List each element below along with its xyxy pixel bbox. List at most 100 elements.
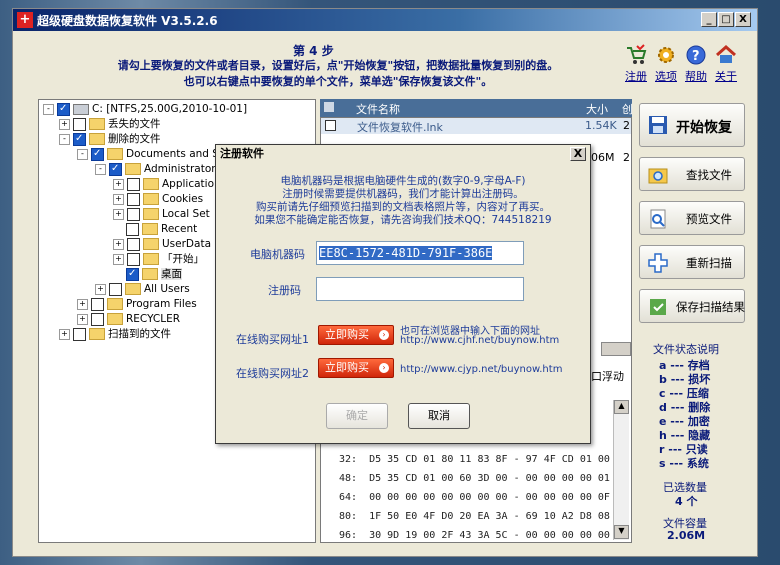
maximize-button[interactable]: □ <box>718 12 734 27</box>
checkbox[interactable] <box>73 117 86 131</box>
checkbox[interactable] <box>109 282 122 296</box>
tree-item-program-files[interactable]: + Program Files <box>77 297 197 312</box>
tree-item-cookies[interactable]: + Cookies <box>113 192 203 207</box>
buy-now-button-1[interactable]: 立即购买 › <box>318 325 394 345</box>
save-scan-result-button[interactable]: 保存扫描结果 <box>639 289 745 323</box>
tree-item-scanned[interactable]: + 扫描到的文件 <box>59 327 171 342</box>
rescan-button[interactable]: 重新扫描 <box>639 245 745 279</box>
collapse-icon[interactable]: - <box>59 133 70 145</box>
buy-url-1[interactable]: http://www.cjhf.net/buynow.htm <box>400 335 559 346</box>
tree-item-local-settings[interactable]: + Local Set <box>113 207 210 222</box>
checkbox[interactable] <box>127 252 140 266</box>
tree-item-recycler[interactable]: + RECYCLER <box>77 312 180 327</box>
register-code-label: 注册码 <box>268 284 301 297</box>
expand-icon[interactable]: + <box>113 178 124 190</box>
float-label[interactable]: 口浮动 <box>591 368 624 384</box>
buy-now-label: 立即购买 <box>325 328 369 341</box>
column-date[interactable]: 创 <box>622 101 633 117</box>
expand-icon[interactable]: + <box>113 253 124 265</box>
checkbox[interactable] <box>109 161 122 176</box>
tree-item-label: 丢失的文件 <box>108 118 161 130</box>
tree-item-documents[interactable]: - Documents and S <box>77 146 219 162</box>
expand-icon[interactable]: + <box>59 118 70 130</box>
checkbox[interactable] <box>325 120 336 131</box>
cancel-button[interactable]: 取消 <box>408 403 470 429</box>
find-file-button[interactable]: 查找文件 <box>639 157 745 191</box>
expand-icon[interactable]: + <box>59 328 70 340</box>
tree-item-label: UserData <box>162 238 212 250</box>
checkbox[interactable] <box>91 297 104 311</box>
dialog-title: 注册软件 <box>216 145 590 163</box>
register-code-input[interactable] <box>316 277 524 301</box>
expand-icon[interactable]: + <box>77 313 88 325</box>
title-bar[interactable]: + 超级硬盘数据恢复软件 V3.5.2.6 _ □ X <box>13 9 757 31</box>
checkbox[interactable] <box>127 192 140 206</box>
checkbox[interactable] <box>127 237 140 251</box>
table-row[interactable]: 文件恢复软件.lnk 1.54K 2 <box>321 118 631 134</box>
svg-text:?: ? <box>692 49 700 64</box>
column-name[interactable]: 文件名称 <box>356 101 400 117</box>
tree-item-label: 删除的文件 <box>108 133 161 145</box>
file-list-header: 文件名称 大小 创 <box>320 99 633 117</box>
machine-code-field[interactable]: EE8C-1572-481D-791F-386E <box>316 241 524 265</box>
help-icon[interactable]: ? <box>685 44 707 66</box>
scroll-down-button[interactable]: ▼ <box>614 525 629 539</box>
checkbox[interactable] <box>127 177 140 191</box>
tree-item-start-menu[interactable]: + 「开始」 <box>113 252 204 267</box>
tree-item-label: Recent <box>161 223 198 235</box>
tree-item-deleted[interactable]: - 删除的文件 <box>59 131 161 147</box>
expand-icon[interactable]: + <box>113 208 124 220</box>
tree-item-label: Applicatio <box>162 178 215 190</box>
checkbox[interactable] <box>73 327 86 341</box>
start-recovery-button[interactable]: 开始恢复 <box>639 103 745 147</box>
cart-icon[interactable] <box>625 44 647 66</box>
expand-icon[interactable]: + <box>113 238 124 250</box>
checkbox[interactable] <box>127 207 140 221</box>
tree-item-recent[interactable]: Recent <box>126 222 197 237</box>
tree-item-all-users[interactable]: + All Users <box>95 282 190 297</box>
close-button[interactable]: X <box>735 12 751 27</box>
checkbox[interactable] <box>91 312 104 326</box>
expand-icon[interactable]: + <box>113 193 124 205</box>
scroll-up-button[interactable]: ▲ <box>614 400 629 414</box>
buy-url-2[interactable]: http://www.cjyp.net/buynow.htm <box>400 364 562 375</box>
buy-now-button-2[interactable]: 立即购买 › <box>318 358 394 378</box>
app-logo-icon: + <box>17 12 33 28</box>
dialog-close-button[interactable]: X <box>570 147 586 161</box>
tree-item-userdata[interactable]: + UserData <box>113 237 211 252</box>
help-link[interactable]: 帮助 <box>681 68 711 84</box>
find-file-label: 查找文件 <box>686 168 732 182</box>
buy-url2-label: 在线购买网址2 <box>236 367 309 380</box>
register-link[interactable]: 注册 <box>621 68 651 84</box>
about-link[interactable]: 关于 <box>711 68 741 84</box>
ok-button[interactable]: 确定 <box>326 403 388 429</box>
expand-icon[interactable]: + <box>95 283 106 295</box>
buy-url1-label: 在线购买网址1 <box>236 333 309 346</box>
collapse-icon[interactable]: - <box>77 148 88 160</box>
home-icon[interactable] <box>715 44 737 66</box>
collapse-icon[interactable]: - <box>95 163 106 175</box>
checkbox[interactable] <box>91 146 104 161</box>
folder-icon <box>89 133 105 145</box>
collapse-icon[interactable]: - <box>43 103 54 115</box>
plus-icon <box>648 253 668 273</box>
options-link[interactable]: 选项 <box>651 68 681 84</box>
hex-row: 32: D5 35 CD 01 80 11 83 8F - 97 4F CD 0… <box>339 454 610 465</box>
checkbox[interactable] <box>126 222 139 236</box>
hex-scrollbar[interactable]: ▲ ▼ <box>613 400 629 540</box>
checkbox[interactable] <box>73 131 86 146</box>
expand-icon[interactable]: + <box>77 298 88 310</box>
tree-item-drive-c[interactable]: - C: [NTFS,25.00G,2010-10-01] <box>43 101 247 117</box>
hscroll-right-button[interactable] <box>601 342 631 356</box>
column-size[interactable]: 大小 <box>586 101 608 117</box>
tree-item-desktop[interactable]: 桌面 <box>126 266 182 282</box>
minimize-button[interactable]: _ <box>701 12 717 27</box>
preview-file-button[interactable]: 预览文件 <box>639 201 745 235</box>
save-scan-icon <box>650 299 666 315</box>
tree-item-administrator[interactable]: - Administrator <box>95 161 216 177</box>
checkbox[interactable] <box>126 266 139 281</box>
tree-item-label: 扫描到的文件 <box>108 328 171 340</box>
gear-icon[interactable] <box>655 44 677 66</box>
tree-item-application[interactable]: + Applicatio <box>113 177 214 192</box>
checkbox[interactable] <box>57 101 70 116</box>
